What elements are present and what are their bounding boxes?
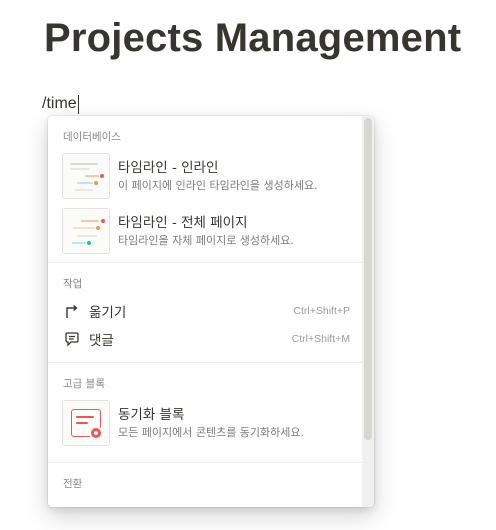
move-to-icon [63,302,81,320]
menu-item-title: 타임라인 - 전체 페이지 [118,215,248,231]
menu-item-label: 댓글 [89,333,114,349]
page-title[interactable]: Projects Management [44,16,461,61]
section-header-database: 데이터베이스 [63,131,121,143]
scrollbar-track[interactable] [362,116,374,507]
scrollbar-thumb[interactable] [364,118,372,440]
command-text: /time [42,95,77,112]
command-input[interactable]: /time [42,93,79,115]
slash-command-menu: 데이터베이스 타임라인 - 인라인 이 페이지에 인라인 타임라인을 생성하세요… [48,116,374,507]
timeline-fullpage-icon [62,208,110,254]
menu-item-timeline-fullpage[interactable]: 타임라인 - 전체 페이지 타임라인을 자체 페이지로 생성하세요. [48,205,362,257]
text-caret [77,94,79,114]
synced-block-icon [62,400,110,446]
menu-item-label: 옮기기 [89,305,127,321]
menu-item-title: 동기화 블록 [118,407,185,423]
menu-item-description: 이 페이지에 인라인 타임라인을 생성하세요. [118,179,318,192]
menu-item-description: 타임라인을 자체 페이지로 생성하세요. [118,234,294,247]
menu-scroll-area[interactable]: 데이터베이스 타임라인 - 인라인 이 페이지에 인라인 타임라인을 생성하세요… [48,116,362,507]
keyboard-shortcut: Ctrl+Shift+P [293,305,350,317]
menu-item-description: 모든 페이지에서 콘텐츠를 동기화하세요. [118,426,305,439]
menu-item-timeline-inline[interactable]: 타임라인 - 인라인 이 페이지에 인라인 타임라인을 생성하세요. [48,150,362,202]
keyboard-shortcut: Ctrl+Shift+M [291,333,350,345]
timeline-inline-icon [62,153,110,199]
menu-item-move-to[interactable]: 옮기기 Ctrl+Shift+P [48,297,362,325]
comment-icon [63,330,81,348]
section-header-advanced: 고급 블록 [63,378,105,390]
section-header-actions: 작업 [63,278,83,290]
menu-item-title: 타임라인 - 인라인 [118,160,219,176]
menu-item-synced-block[interactable]: 동기화 블록 모든 페이지에서 콘텐츠를 동기화하세요. [48,397,362,449]
menu-item-comment[interactable]: 댓글 Ctrl+Shift+M [48,325,362,353]
section-header-turn-into: 전환 [63,478,83,490]
